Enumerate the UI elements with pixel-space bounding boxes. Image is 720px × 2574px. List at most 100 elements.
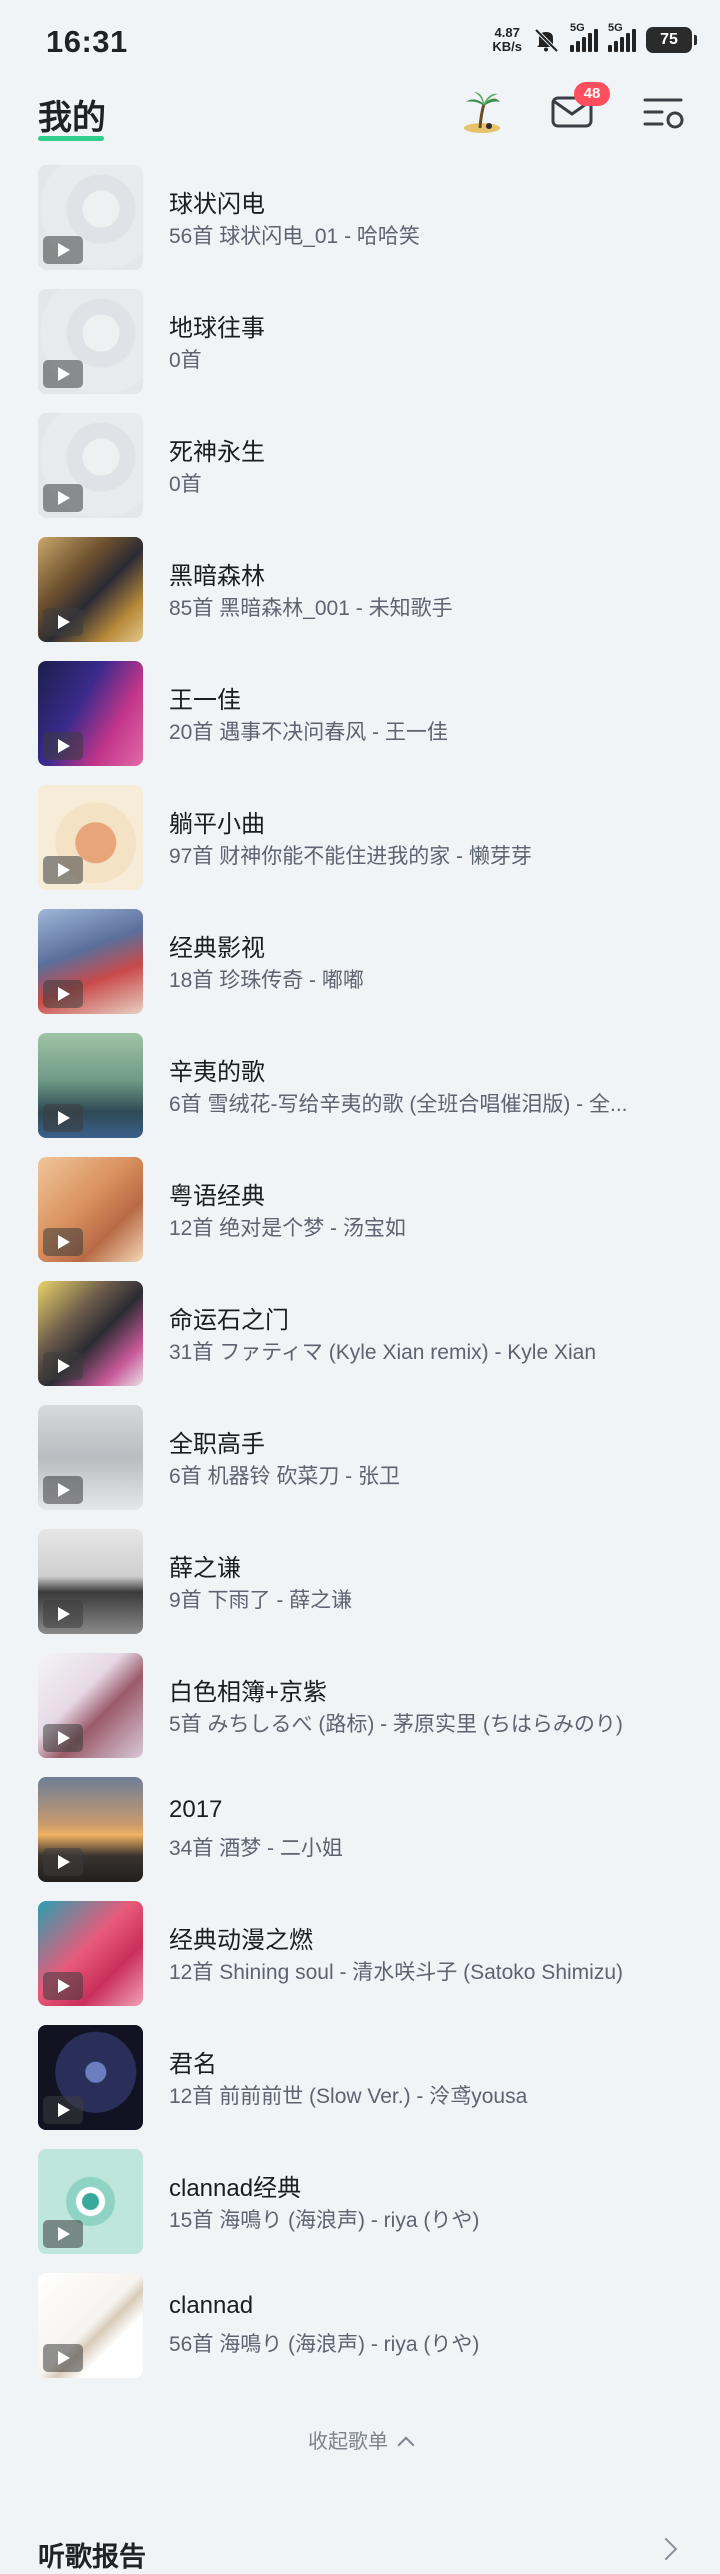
play-icon[interactable] bbox=[43, 484, 83, 512]
playlist-row[interactable]: 经典影视 18首 珍珠传奇 - 嘟嘟 bbox=[0, 906, 720, 1030]
playlist-subtitle: 12首 前前前世 (Slow Ver.) - 泠鸢yousa bbox=[169, 2085, 528, 2108]
playlist-cover bbox=[38, 1529, 143, 1634]
playlist-row[interactable]: clannad 56首 海鳴り (海浪声) - riya (りや) bbox=[0, 2270, 720, 2394]
play-icon[interactable] bbox=[43, 2344, 83, 2372]
playlist-row[interactable]: 躺平小曲 97首 财神你能不能住进我的家 - 懒芽芽 bbox=[0, 782, 720, 906]
play-icon[interactable] bbox=[43, 1600, 83, 1628]
signal-2-label: 5G bbox=[608, 22, 623, 34]
playlist-cover bbox=[38, 537, 143, 642]
collapse-playlists-button[interactable]: 收起歌单 bbox=[0, 2425, 720, 2454]
page-title[interactable]: 我的 bbox=[38, 90, 106, 139]
playlist-row[interactable]: 死神永生 0首 bbox=[0, 410, 720, 534]
playlist-name: 君名 bbox=[169, 2051, 217, 2078]
playlist-name: 经典影视 bbox=[169, 935, 265, 962]
net-speed-unit: KB/s bbox=[492, 39, 522, 54]
play-icon[interactable] bbox=[43, 732, 83, 760]
play-icon[interactable] bbox=[43, 360, 83, 388]
play-icon[interactable] bbox=[43, 1104, 83, 1132]
listening-report-title[interactable]: 听歌报告 bbox=[38, 2535, 146, 2574]
play-icon[interactable] bbox=[43, 1228, 83, 1256]
chevron-up-icon bbox=[397, 2436, 415, 2454]
playlist-cover bbox=[38, 1033, 143, 1138]
playlist-name: 白色相簿+京紫 bbox=[169, 1679, 328, 1706]
playlist-name: 2017 bbox=[169, 1796, 223, 1823]
playlist-row[interactable]: 王一佳 20首 遇事不决问春风 - 王一佳 bbox=[0, 658, 720, 782]
playlist-row[interactable]: 2017 34首 酒梦 - 二小姐 bbox=[0, 1774, 720, 1898]
play-icon[interactable] bbox=[43, 1972, 83, 2000]
playlist-row[interactable]: 全职高手 6首 机器铃 砍菜刀 - 张卫 bbox=[0, 1402, 720, 1526]
playlist-name: clannad bbox=[169, 2292, 254, 2319]
playlist-row[interactable]: 经典动漫之燃 12首 Shining soul - 清水咲斗子 (Satoko … bbox=[0, 1898, 720, 2022]
playlist-name: 死神永生 bbox=[169, 439, 265, 466]
message-badge: 48 bbox=[574, 82, 610, 106]
collapse-label: 收起歌单 bbox=[308, 2431, 388, 2453]
playlist-name: 辛夷的歌 bbox=[169, 1059, 265, 1086]
play-icon[interactable] bbox=[43, 608, 83, 636]
net-speed-value: 4.87 bbox=[494, 25, 520, 40]
playlist-name: 薛之谦 bbox=[169, 1555, 241, 1582]
island-tree-icon[interactable] bbox=[458, 88, 506, 136]
playlist-subtitle: 31首 ファティマ (Kyle Xian remix) - Kyle Xian bbox=[169, 1341, 597, 1364]
playlist-row[interactable]: 君名 12首 前前前世 (Slow Ver.) - 泠鸢yousa bbox=[0, 2022, 720, 2146]
playlist-subtitle: 0首 bbox=[169, 473, 202, 496]
playlist-cover bbox=[38, 1405, 143, 1510]
playlist-name: 地球往事 bbox=[169, 315, 265, 342]
playlist-row[interactable]: 球状闪电 56首 球状闪电_01 - 哈哈笑 bbox=[0, 162, 720, 286]
playlist-cover bbox=[38, 2273, 143, 2378]
playlist-cover bbox=[38, 661, 143, 766]
playlist-subtitle: 18首 珍珠传奇 - 嘟嘟 bbox=[169, 969, 364, 992]
status-icons: 4.87 KB/s 5G 5G 75 bbox=[492, 22, 697, 54]
playlist-subtitle: 20首 遇事不决问春风 - 王一佳 bbox=[169, 721, 448, 744]
playlist-name: 球状闪电 bbox=[169, 191, 265, 218]
playlist-row[interactable]: 辛夷的歌 6首 雪绒花-写给辛夷的歌 (全班合唱催泪版) - 全... bbox=[0, 1030, 720, 1154]
play-icon[interactable] bbox=[43, 2096, 83, 2124]
playlist-row[interactable]: 粤语经典 12首 绝对是个梦 - 汤宝如 bbox=[0, 1154, 720, 1278]
playlist-name: clannad经典 bbox=[169, 2175, 302, 2202]
playlist-subtitle: 0首 bbox=[169, 349, 202, 372]
play-icon[interactable] bbox=[43, 1476, 83, 1504]
playlist-cover bbox=[38, 1281, 143, 1386]
play-icon[interactable] bbox=[43, 856, 83, 884]
playlist-subtitle: 34首 酒梦 - 二小姐 bbox=[169, 1837, 343, 1860]
chevron-right-icon[interactable] bbox=[654, 2537, 678, 2561]
playlist-cover bbox=[38, 165, 143, 270]
play-icon[interactable] bbox=[43, 236, 83, 264]
playlist-subtitle: 5首 みちしるべ (路标) - 茅原实里 (ちはらみのり) bbox=[169, 1713, 623, 1736]
playlist-list: 球状闪电 56首 球状闪电_01 - 哈哈笑 地球往事 0首 死神永生 0首 黑… bbox=[0, 162, 720, 2394]
playlist-row[interactable]: 地球往事 0首 bbox=[0, 286, 720, 410]
playlist-subtitle: 56首 球状闪电_01 - 哈哈笑 bbox=[169, 225, 420, 248]
page-header: 我的 48 bbox=[0, 80, 720, 160]
playlist-name: 粤语经典 bbox=[169, 1183, 265, 1210]
playlist-cover bbox=[38, 2149, 143, 2254]
playlist-subtitle: 9首 下雨了 - 薛之谦 bbox=[169, 1589, 353, 1612]
play-icon[interactable] bbox=[43, 2220, 83, 2248]
playlist-subtitle: 12首 绝对是个梦 - 汤宝如 bbox=[169, 1217, 406, 1240]
play-icon[interactable] bbox=[43, 980, 83, 1008]
title-underline bbox=[38, 136, 104, 141]
playlist-name: 全职高手 bbox=[169, 1431, 265, 1458]
status-time: 16:31 bbox=[46, 24, 128, 59]
playlist-name: 经典动漫之燃 bbox=[169, 1927, 313, 1954]
playlist-row[interactable]: clannad经典 15首 海鳴り (海浪声) - riya (りや) bbox=[0, 2146, 720, 2270]
settings-list-icon[interactable] bbox=[640, 88, 688, 136]
signal-1-icon: 5G bbox=[570, 22, 598, 52]
playlist-subtitle: 12首 Shining soul - 清水咲斗子 (Satoko Shimizu… bbox=[169, 1961, 623, 1984]
play-icon[interactable] bbox=[43, 1724, 83, 1752]
playlist-cover bbox=[38, 909, 143, 1014]
playlist-cover bbox=[38, 1157, 143, 1262]
playlist-row[interactable]: 白色相簿+京紫 5首 みちしるべ (路标) - 茅原实里 (ちはらみのり) bbox=[0, 1650, 720, 1774]
signal-2-icon: 5G bbox=[608, 22, 636, 52]
playlist-cover bbox=[38, 2025, 143, 2130]
playlist-row[interactable]: 薛之谦 9首 下雨了 - 薛之谦 bbox=[0, 1526, 720, 1650]
playlist-row[interactable]: 命运石之门 31首 ファティマ (Kyle Xian remix) - Kyle… bbox=[0, 1278, 720, 1402]
playlist-name: 命运石之门 bbox=[169, 1307, 289, 1334]
playlist-row[interactable]: 黑暗森林 85首 黑暗森林_001 - 未知歌手 bbox=[0, 534, 720, 658]
play-icon[interactable] bbox=[43, 1352, 83, 1380]
playlist-name: 躺平小曲 bbox=[169, 811, 265, 838]
signal-1-label: 5G bbox=[570, 22, 585, 34]
playlist-subtitle: 6首 机器铃 砍菜刀 - 张卫 bbox=[169, 1465, 401, 1488]
playlist-name: 王一佳 bbox=[169, 687, 241, 714]
play-icon[interactable] bbox=[43, 1848, 83, 1876]
playlist-subtitle: 6首 雪绒花-写给辛夷的歌 (全班合唱催泪版) - 全... bbox=[169, 1093, 628, 1116]
mute-icon bbox=[534, 28, 559, 53]
